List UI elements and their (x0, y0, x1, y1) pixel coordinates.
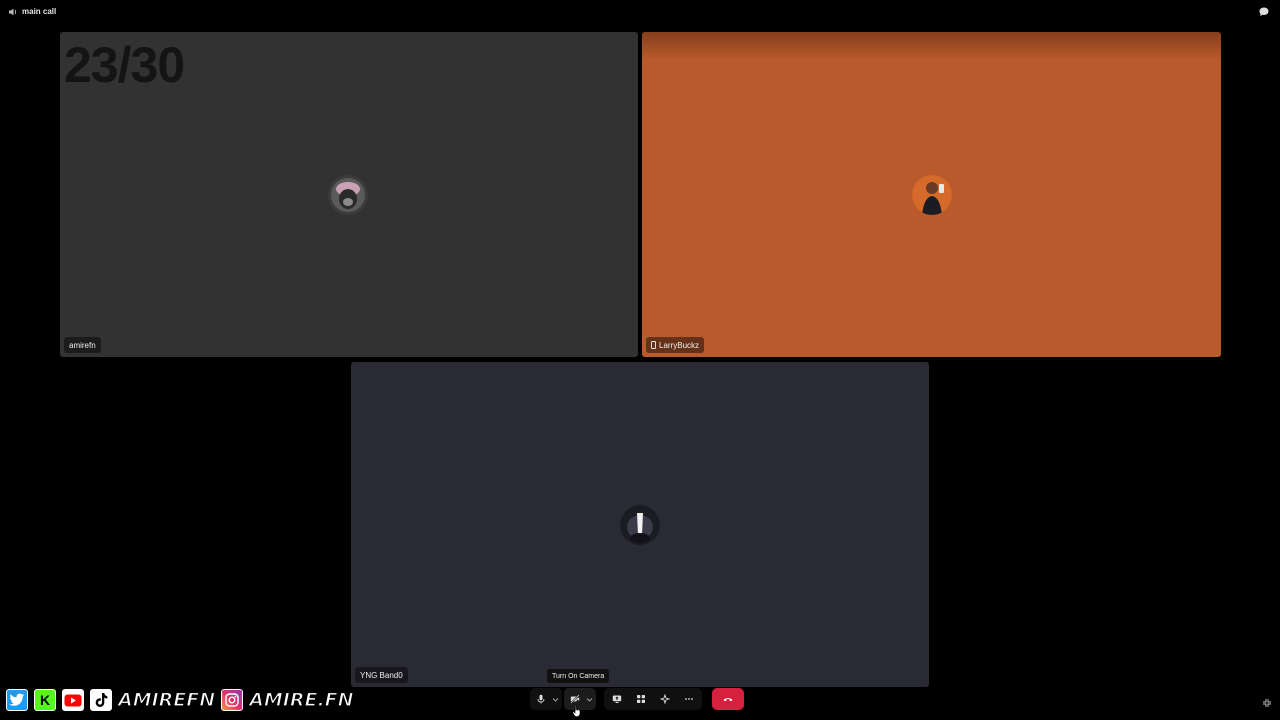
participant-name: YNG Band0 (360, 670, 403, 680)
mic-options-button[interactable] (550, 690, 560, 708)
chat-bubble-icon[interactable] (1258, 6, 1270, 18)
screen-share-icon (612, 695, 622, 703)
more-options-button[interactable] (680, 690, 698, 708)
microphone-icon (537, 694, 545, 704)
nameplate: amirefn (64, 337, 101, 353)
mobile-phone-icon (651, 341, 656, 349)
nameplate: YNG Band0 (355, 667, 408, 683)
sparkle-icon (660, 694, 670, 704)
instagram-icon (219, 687, 246, 713)
phone-hangup-icon (723, 698, 733, 702)
camera-options-button[interactable] (584, 690, 594, 708)
call-controls (530, 688, 744, 710)
social-handle-secondary: AMIRE.FN (249, 688, 355, 711)
activities-button[interactable] (632, 690, 650, 708)
nameplate: LarryBuckz (646, 337, 705, 353)
grid-icon (637, 695, 645, 703)
disconnect-button[interactable] (712, 688, 744, 710)
twitter-icon (4, 687, 30, 713)
participant-tile-larrybuckz[interactable]: LarryBuckz (642, 32, 1221, 357)
avatar (912, 175, 952, 215)
top-bar: main call (0, 0, 1280, 24)
chevron-down-icon (552, 697, 558, 702)
youtube-icon (60, 687, 86, 713)
avatar (328, 175, 368, 215)
soundboard-button[interactable] (656, 690, 674, 708)
mute-button[interactable] (532, 690, 550, 708)
participant-name: LarryBuckz (659, 340, 700, 350)
participant-tile-yng-band0[interactable]: YNG Band0 (351, 362, 929, 687)
minimize-icon[interactable] (1262, 698, 1272, 708)
chevron-down-icon (586, 697, 592, 702)
tiktok-icon (88, 687, 114, 713)
hand-cursor-icon (572, 704, 581, 717)
camera-tooltip: Turn On Camera (547, 669, 610, 683)
screen-share-button[interactable] (608, 690, 626, 708)
avatar (620, 505, 660, 545)
action-group (604, 688, 702, 710)
ellipsis-icon (685, 698, 693, 700)
social-handle-primary: AMIREFN (117, 688, 216, 711)
channel-title: main call (22, 7, 57, 16)
camera-off-icon (570, 694, 580, 704)
speaker-icon (9, 8, 17, 16)
mic-group (530, 688, 562, 710)
participant-name: amirefn (69, 340, 96, 350)
overlay-counter: 23/30 (64, 37, 185, 93)
kick-icon: K (32, 687, 58, 713)
socials-overlay: K AMIREFN AMIRE.FN (4, 685, 356, 715)
